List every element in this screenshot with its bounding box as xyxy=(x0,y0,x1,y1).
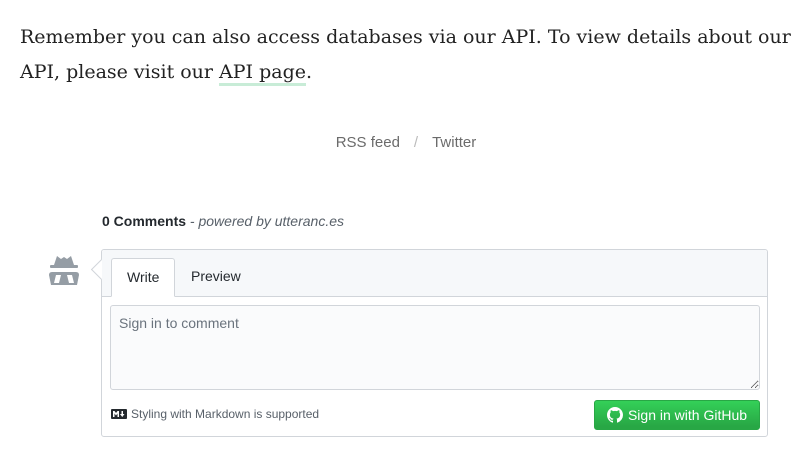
footer-links: RSS feed / Twitter xyxy=(0,134,800,151)
intro-text: Remember you can also access databases v… xyxy=(20,26,791,83)
comment-box: Write Preview Styling with Markdown is s… xyxy=(90,249,768,437)
tab-write[interactable]: Write xyxy=(111,258,176,297)
tab-preview[interactable]: Preview xyxy=(176,258,256,296)
powered-by-text: - powered by utteranc.es xyxy=(186,213,345,229)
sign-in-github-button[interactable]: Sign in with GitHub xyxy=(594,400,760,430)
comment-count: 0 Comments xyxy=(102,213,187,229)
intro-period: . xyxy=(306,61,313,83)
intro-paragraph: Remember you can also access databases v… xyxy=(20,20,795,90)
markdown-note-text: Styling with Markdown is supported xyxy=(131,407,320,421)
markdown-icon xyxy=(111,409,127,419)
markdown-note: Styling with Markdown is supported xyxy=(111,407,319,421)
comment-textarea[interactable] xyxy=(110,305,760,390)
sign-in-github-label: Sign in with GitHub xyxy=(627,407,748,423)
github-icon xyxy=(606,407,623,423)
link-separator: / xyxy=(413,134,419,151)
comments-header: 0 Comments - powered by utteranc.es xyxy=(102,213,344,229)
rss-feed-link[interactable]: RSS feed xyxy=(336,134,400,151)
comment-tabs: Write Preview xyxy=(102,250,767,297)
api-page-link[interactable]: API page xyxy=(219,61,306,86)
twitter-link[interactable]: Twitter xyxy=(432,134,476,151)
anonymous-user-icon xyxy=(44,251,84,291)
